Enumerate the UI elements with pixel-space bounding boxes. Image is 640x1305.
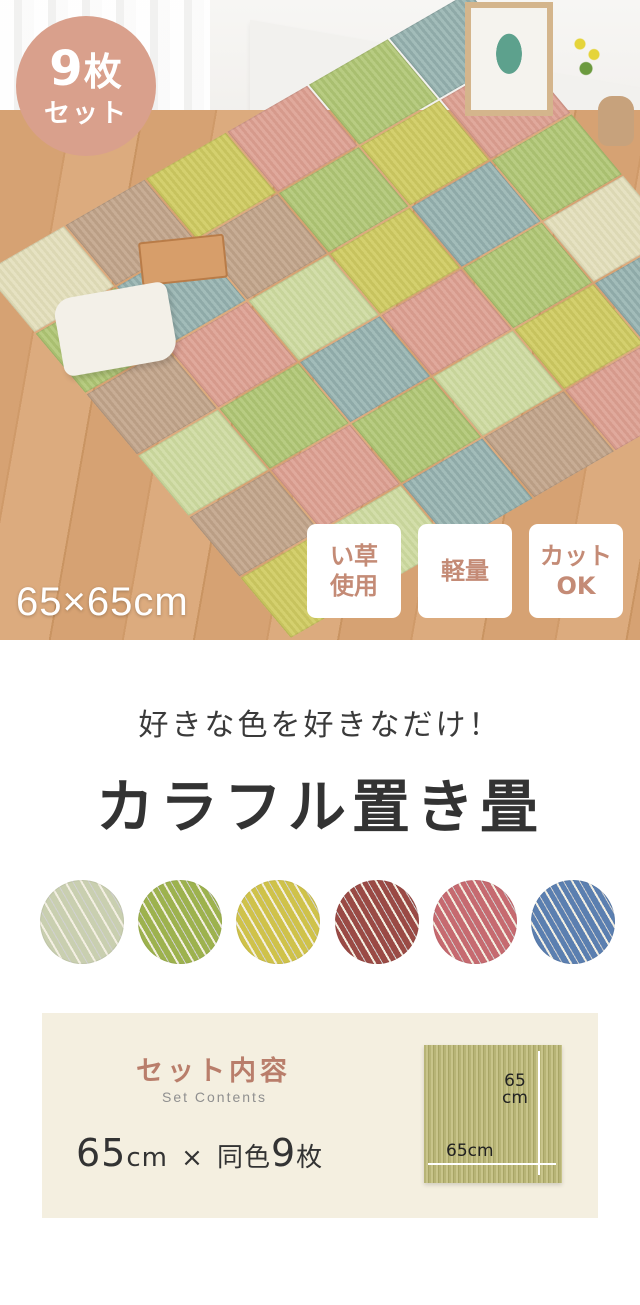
swatch-yellow-icon[interactable] [236,880,321,964]
spec-size: 65 [76,1131,127,1175]
spec-count: 9 [270,1131,297,1175]
size-label: 65×65cm [16,580,189,624]
badge-label: セット [43,99,128,129]
plant-picture-frame [465,2,553,116]
set-contents-title: セット内容 [136,1056,291,1087]
feature-lightweight: 軽量 [418,524,512,618]
spec-count-unit: 枚 [296,1143,324,1173]
set-count-badge: 9枚 セット [16,16,156,156]
tatami-mat-diagram: 65 cm 65cm [424,1045,562,1183]
hero-photo: 9枚 セット 65×65cm い草 使用 軽量 カット OK [0,0,640,640]
flowers [572,30,612,100]
badge-unit: 枚 [83,50,123,94]
spec-same-color: 同色 [216,1143,271,1173]
set-contents-subtitle: Set Contents [162,1089,267,1105]
swatch-green-icon[interactable] [138,880,223,964]
feature-rush-grass: い草 使用 [307,524,401,618]
set-contents-panel: セット内容 Set Contents 65cm × 同色9枚 65 cm 65c… [42,1013,598,1218]
swatch-natural-icon[interactable] [40,880,124,964]
swatch-brown-icon[interactable] [334,880,419,964]
dimension-line-horizontal [428,1163,556,1165]
spec-size-unit: cm [126,1143,168,1173]
swatch-pink-icon[interactable] [432,880,517,964]
badge-number: 9 [49,41,84,97]
dimension-line-vertical [538,1051,540,1175]
dimension-label-horizontal: 65cm [446,1141,494,1161]
plant-icon [489,33,529,85]
dimension-label-vertical: 65 cm [502,1071,528,1108]
badge-count: 9枚 [49,45,122,93]
tagline: 好きな色を好きなだけ！ [138,708,502,743]
feature-cuttable: カット OK [529,524,623,618]
spec-times: × [181,1143,204,1173]
vase [598,96,634,146]
swatch-blue-icon[interactable] [530,880,615,964]
color-swatches [40,880,615,964]
page-title: カラフル置き畳 [95,773,544,841]
wooden-tray [137,233,229,287]
set-contents-spec: 65cm × 同色9枚 [76,1131,323,1175]
